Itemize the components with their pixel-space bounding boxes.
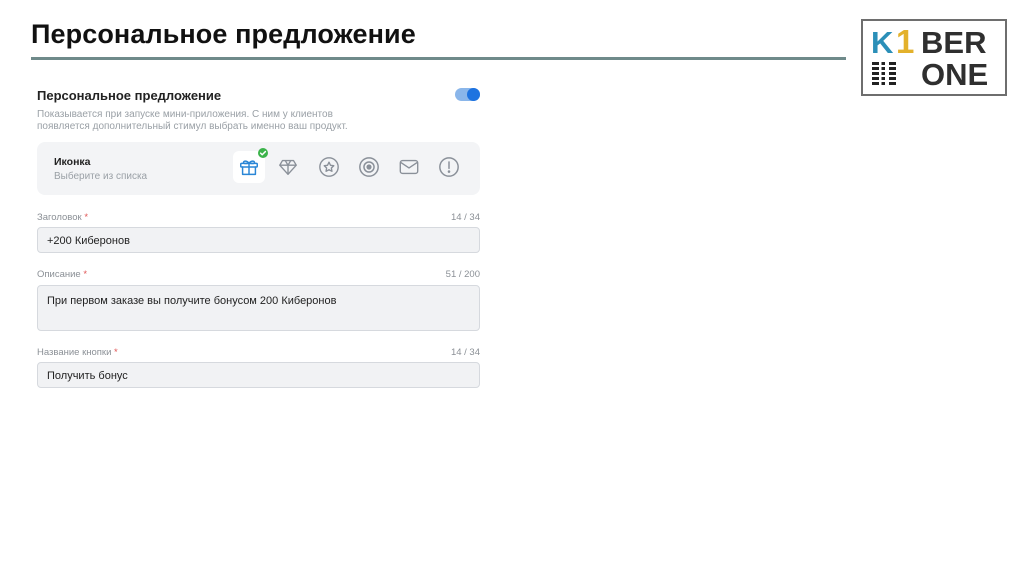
icon-option-star[interactable] [313,151,345,183]
description-field-label: Описание * [37,269,87,280]
logo-word-ber: BER [921,25,987,60]
button-name-field-label: Название кнопки * [37,347,118,358]
mail-icon [399,159,419,175]
icon-option-mail[interactable] [393,151,425,183]
required-mark: * [83,269,88,280]
icon-option-exclamation[interactable] [433,151,465,183]
description-textarea[interactable]: При первом заказе вы получите бонусом 20… [37,285,480,331]
title-field-label: Заголовок * [37,212,88,223]
gift-icon [240,160,258,176]
title-char-counter: 14 / 34 [450,212,480,223]
description-label-text: Описание [37,269,81,280]
logo-letter-k: K [871,25,894,60]
kiberone-logo: K 1 BER ONE [861,19,1007,96]
button-name-input[interactable]: Получить бонус [37,362,480,388]
required-mark: * [84,212,89,223]
required-mark: * [114,347,118,358]
diamond-icon [279,159,297,176]
title-label-text: Заголовок [37,212,82,223]
logo-digit-one: 1 [896,23,915,60]
toggle-knob [467,88,480,101]
icon-option-gift[interactable] [233,148,268,183]
panel-description: Показывается при запуске мини-приложения… [37,109,348,132]
icon-option-diamond[interactable] [272,151,304,183]
star-icon [319,157,339,177]
qr-code-icon [872,61,896,85]
icon-picker-hint: Выберите из списка [54,171,148,182]
button-name-label-text: Название кнопки [37,347,112,358]
description-char-counter: 51 / 200 [445,269,480,280]
title-input[interactable]: +200 Киберонов [37,227,480,253]
panel-header: Персональное предложение Показывается пр… [37,85,480,133]
icon-option-target[interactable] [353,151,385,183]
icon-picker-label: Иконка [54,156,91,168]
logo-word-one: ONE [921,57,989,92]
selected-check-icon [258,148,268,158]
target-icon [359,157,379,177]
icon-picker: Иконка Выберите из списка [37,142,480,195]
exclamation-icon [439,157,459,177]
offer-toggle[interactable] [455,88,480,101]
panel-title: Персональное предложение [37,88,222,103]
button-name-char-counter: 14 / 34 [450,347,480,358]
title-divider [31,57,846,60]
slide-title: Персональное предложение [31,19,416,49]
